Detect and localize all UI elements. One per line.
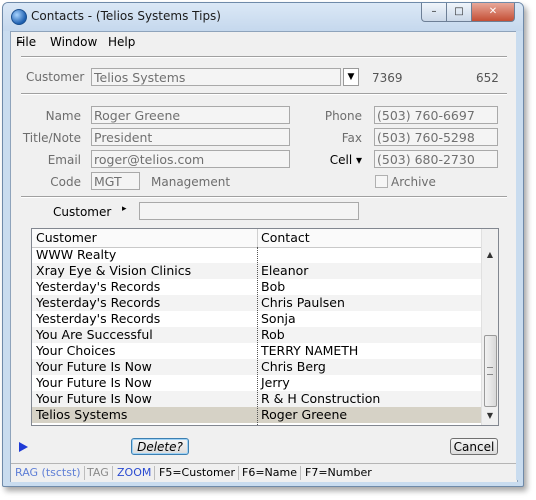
customer-label: Customer [26,70,85,84]
status-f5: F5=Customer [156,466,239,480]
client-area: File Window Help Customer Telios Systems… [10,31,518,482]
status-f6: F6=Name [239,466,301,480]
window-edge-scroll [516,31,523,480]
contacts-window: Contacts - (Telios Systems Tips) – □ ✕ F… [2,2,524,487]
filter-customer-label: Customer [53,205,112,219]
menu-help[interactable]: Help [108,35,135,49]
menu-window[interactable]: Window [50,35,97,49]
customer-field[interactable]: Telios Systems [91,68,341,86]
customer-count: 652 [476,71,499,85]
scroll-up-icon[interactable]: ▲ [482,247,498,263]
name-field[interactable]: Roger Greene [91,106,290,124]
row-contact: R & H Construction [261,391,381,406]
scroll-down-icon[interactable]: ▼ [482,408,498,424]
phone-label: Phone [324,109,362,123]
minimize-icon[interactable]: – [421,3,447,22]
separator-top [21,56,507,58]
title-bar[interactable]: Contacts - (Telios Systems Tips) – □ ✕ [3,3,523,31]
email-field[interactable]: roger@telios.com [91,150,290,168]
row-contact: Roger Greene [261,407,348,422]
row-contact: Chris Paulsen [261,295,345,310]
code-description: Management [151,175,231,189]
row-contact: Bob [261,279,286,294]
row-customer: Yesterday's Records [36,295,161,310]
code-field[interactable]: MGT [91,172,140,190]
row-contact: TERRY NAMETH [261,343,359,358]
status-tag[interactable]: TAG [84,466,113,480]
status-f7: F7=Number [305,466,372,479]
separator-form [21,196,507,198]
app-globe-icon [11,9,27,25]
header-divider [257,229,258,247]
customer-dropdown-icon[interactable]: ▼ [343,68,359,86]
fax-label: Fax [341,131,362,145]
row-customer: Your Future Is Now [36,375,152,390]
scroll-thumb[interactable] [484,335,497,407]
row-customer: Your Future Is Now [36,391,152,406]
row-contact: Jerry [261,375,290,390]
name-label: Name [45,109,81,123]
title-note-label: Title/Note [22,131,81,145]
row-customer: You Are Successful [36,327,153,342]
row-customer: Yesterday's Records [36,279,161,294]
status-rag[interactable]: RAG (tsctst) [12,466,85,480]
menu-bar: File Window Help [11,32,517,52]
menu-file-underline [17,42,24,43]
code-label: Code [50,175,81,189]
window-title: Contacts - (Telios Systems Tips) [31,9,221,23]
row-customer: Your Future Is Now [36,359,152,374]
filter-input[interactable] [139,202,359,220]
filter-arrow-icon[interactable]: ▸ [122,204,127,214]
phone-field[interactable]: (503) 760-6697 [374,106,498,124]
row-contact: Eleanor [261,263,309,278]
status-bar: RAG (tsctst) TAG ZOOM F5=Customer F6=Nam… [11,463,517,482]
delete-button[interactable]: Delete? [131,438,189,455]
fax-field[interactable]: (503) 760-5298 [374,128,498,146]
customer-id: 7369 [372,71,403,85]
title-note-field[interactable]: President [91,128,290,146]
row-customer: Xray Eye & Vision Clinics [36,263,192,278]
row-contact: Sonja [261,311,296,326]
status-zoom[interactable]: ZOOM [114,466,156,480]
row-customer: Telios Systems [36,407,128,422]
grid-scrollbar[interactable]: ▲ ▼ [481,229,498,425]
row-contact: Chris Berg [261,359,326,374]
maximize-icon[interactable]: □ [446,3,472,22]
contacts-grid[interactable]: Customer Contact WWW Realty Xray Eye & V… [31,228,499,426]
grid-header: Customer Contact [32,229,481,248]
separator-customer [21,93,507,95]
row-contact: Rob [261,327,285,342]
cell-dropdown-label[interactable]: Cell ▾ [301,153,362,167]
play-icon[interactable] [19,442,28,452]
row-customer: Yesterday's Records [36,311,161,326]
cell-field[interactable]: (503) 680-2730 [374,150,498,168]
archive-label: Archive [391,175,436,189]
cancel-button[interactable]: Cancel [450,438,498,455]
column-contact[interactable]: Contact [261,230,310,245]
column-divider [257,247,258,425]
row-customer: WWW Realty [36,247,117,262]
column-customer[interactable]: Customer [36,230,97,245]
email-label: Email [47,153,81,167]
row-customer: Your Choices [36,343,116,358]
thumb-grip-icon [487,367,493,375]
archive-checkbox[interactable] [375,175,388,188]
close-icon[interactable]: ✕ [471,3,515,22]
